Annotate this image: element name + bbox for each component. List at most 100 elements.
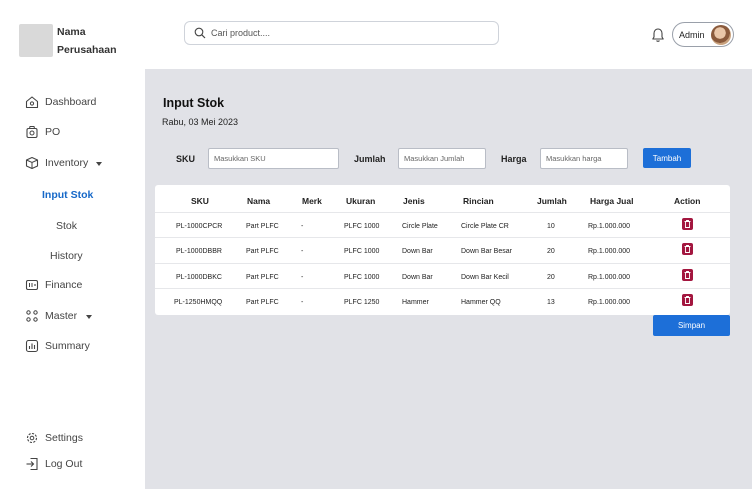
table-header: Harga Jual: [590, 196, 634, 206]
table-header: Jumlah: [537, 196, 567, 206]
bell-icon[interactable]: [651, 27, 665, 43]
sidebar-subitem-history[interactable]: History: [50, 250, 83, 262]
sidebar-item-label: Summary: [45, 340, 90, 352]
cell-nama: Part PLFC: [246, 274, 279, 281]
wallet-icon: [25, 279, 39, 291]
cell-merk: -: [301, 299, 304, 306]
cell-jumlah: 20: [547, 248, 555, 255]
company-name-line1: Nama: [57, 26, 86, 38]
add-button[interactable]: Tambah: [643, 148, 691, 168]
search-input[interactable]: [211, 25, 491, 41]
sidebar-item-label: PO: [45, 126, 61, 138]
cell-harga: Rp.1.000.000: [588, 248, 631, 255]
delete-button[interactable]: [682, 269, 693, 281]
table-row: PL-1000DBBR Part PLFC - PLFC 1000 Down B…: [155, 237, 730, 262]
cell-ukuran: PLFC 1250: [344, 299, 380, 306]
table-header: Action: [674, 196, 701, 206]
avatar: [711, 25, 731, 45]
cell-jumlah: 10: [547, 223, 555, 230]
cell-rincian: Down Bar Kecil: [461, 274, 509, 281]
cell-ukuran: PLFC 1000: [344, 248, 380, 255]
sidebar-subitem-input-stok[interactable]: Input Stok: [42, 189, 93, 201]
cell-sku: PL-1000DBKC: [176, 274, 222, 281]
trash-icon: [684, 245, 691, 253]
jumlah-input[interactable]: [398, 148, 486, 169]
sidebar-item-label: Dashboard: [45, 96, 97, 108]
cell-jenis: Hammer: [402, 299, 429, 306]
cell-merk: -: [301, 248, 304, 255]
delete-button[interactable]: [682, 243, 693, 255]
cell-nama: Part PLFC: [246, 299, 279, 306]
cell-harga: Rp.1.000.000: [588, 274, 631, 281]
trash-icon: [684, 296, 691, 304]
sku-input[interactable]: [208, 148, 339, 169]
sidebar-item-label: Finance: [45, 279, 83, 291]
sidebar-item-summary[interactable]: Summary: [0, 336, 145, 358]
stock-table: SKU Nama Merk Ukuran Jenis Rincian Jumla…: [155, 185, 730, 315]
sidebar-item-dashboard[interactable]: Dashboard: [0, 92, 145, 114]
cell-ukuran: PLFC 1000: [344, 223, 380, 230]
page-title: Input Stok: [163, 96, 225, 110]
cell-jenis: Down Bar: [402, 274, 433, 281]
search-icon: [194, 27, 206, 39]
grid-icon: [26, 310, 38, 322]
table-header: Rincian: [463, 196, 494, 206]
user-label: Admin: [679, 30, 705, 40]
jumlah-label: Jumlah: [354, 154, 386, 164]
cell-sku: PL-1250HMQQ: [174, 299, 223, 306]
table-header: Merk: [302, 196, 322, 206]
sidebar-item-po[interactable]: PO: [0, 122, 145, 144]
delete-button[interactable]: [682, 294, 693, 306]
search-bar[interactable]: [184, 21, 499, 45]
sidebar-item-settings[interactable]: Settings: [0, 428, 145, 450]
cell-jenis: Circle Plate: [402, 223, 438, 230]
sku-label: SKU: [176, 154, 196, 164]
main-content: Input Stok Rabu, 03 Mei 2023 SKU Jumlah …: [145, 69, 752, 489]
logout-icon: [26, 457, 38, 471]
sidebar-subitem-stok[interactable]: Stok: [56, 220, 77, 232]
cell-rincian: Down Bar Besar: [461, 248, 512, 255]
cell-rincian: Circle Plate CR: [461, 223, 509, 230]
table-header: Ukuran: [346, 196, 376, 206]
sidebar-item-inventory[interactable]: Inventory: [0, 153, 145, 175]
trash-icon: [684, 220, 691, 228]
cell-harga: Rp.1.000.000: [588, 223, 631, 230]
sidebar-item-logout[interactable]: Log Out: [0, 454, 145, 476]
company-name: Nama Perusahaan: [57, 23, 137, 59]
home-icon: [25, 96, 39, 109]
sidebar-item-label: Settings: [45, 432, 83, 444]
cell-sku: PL-1000CPCR: [176, 223, 223, 230]
cell-rincian: Hammer QQ: [461, 299, 501, 306]
company-name-line2: Perusahaan: [57, 44, 117, 56]
page-date: Rabu, 03 Mei 2023: [162, 117, 239, 127]
cell-merk: -: [301, 223, 304, 230]
table-header: Jenis: [403, 196, 425, 206]
cell-jumlah: 20: [547, 274, 555, 281]
cell-nama: Part PLFC: [246, 223, 279, 230]
table-row: PL-1000CPCR Part PLFC - PLFC 1000 Circle…: [155, 212, 730, 237]
cell-jumlah: 13: [547, 299, 555, 306]
top-bar: Nama Perusahaan Admin: [0, 0, 752, 69]
table-header: SKU: [191, 196, 209, 206]
cube-icon: [25, 156, 39, 170]
cell-merk: -: [301, 274, 304, 281]
gear-icon: [26, 432, 38, 444]
company-logo: [19, 24, 53, 57]
cell-nama: Part PLFC: [246, 248, 279, 255]
delete-button[interactable]: [682, 218, 693, 230]
chart-icon: [25, 339, 39, 353]
sidebar-item-finance[interactable]: Finance: [0, 275, 145, 297]
sidebar-item-label: Master: [45, 310, 78, 322]
save-button[interactable]: Simpan: [653, 315, 730, 336]
harga-input[interactable]: [540, 148, 628, 169]
cell-sku: PL-1000DBBR: [176, 248, 222, 255]
sidebar: Dashboard PO Inventory Input Stok Stok H…: [0, 69, 145, 489]
sidebar-item-label: Log Out: [45, 458, 83, 470]
user-menu[interactable]: Admin: [672, 22, 734, 47]
harga-label: Harga: [501, 154, 527, 164]
cell-ukuran: PLFC 1000: [344, 274, 380, 281]
table-header: Nama: [247, 196, 271, 206]
table-row: PL-1000DBKC Part PLFC - PLFC 1000 Down B…: [155, 263, 730, 288]
sidebar-item-master[interactable]: Master: [0, 306, 145, 328]
chevron-down-icon: [96, 162, 102, 166]
